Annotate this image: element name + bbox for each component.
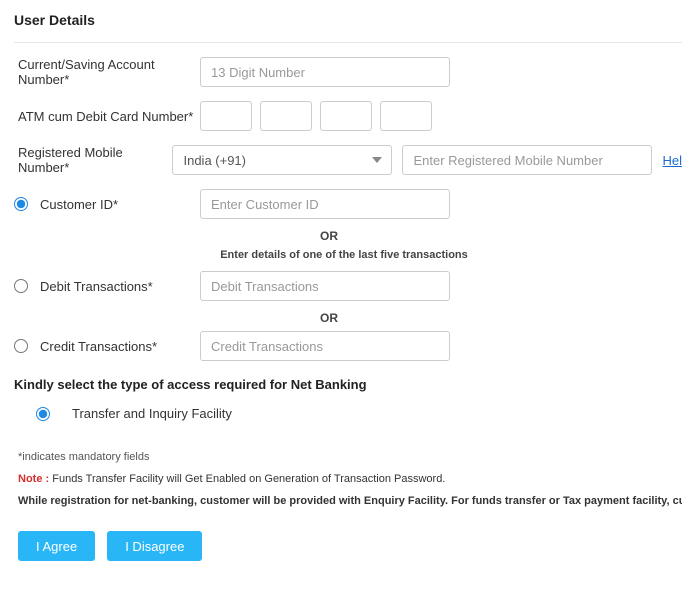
atm-segment-2[interactable] (260, 101, 312, 131)
debit-txn-radio[interactable] (14, 279, 28, 293)
debit-txn-label: Debit Transactions* (40, 279, 153, 294)
atm-segment-4[interactable] (380, 101, 432, 131)
or-separator-1: OR (204, 229, 454, 243)
credit-txn-radio[interactable] (14, 339, 28, 353)
mobile-number-input[interactable] (402, 145, 652, 175)
atm-card-row: ATM cum Debit Card Number* (14, 101, 682, 131)
access-transfer-label: Transfer and Inquiry Facility (72, 406, 232, 421)
note-label: Note : (18, 473, 52, 485)
access-section-title: Kindly select the type of access require… (14, 377, 682, 392)
customer-id-radio[interactable] (14, 197, 28, 211)
disagree-button[interactable]: I Disagree (107, 531, 202, 561)
credit-txn-input[interactable] (200, 331, 450, 361)
transaction-hint: Enter details of one of the last five tr… (164, 249, 524, 261)
help-link[interactable]: Hel (662, 153, 682, 168)
debit-txn-row: Debit Transactions* (14, 271, 682, 301)
access-option-row: Transfer and Inquiry Facility (14, 406, 682, 421)
account-number-input[interactable] (200, 57, 450, 87)
divider (14, 42, 682, 43)
mobile-row: Registered Mobile Number* India (+91) He… (14, 145, 682, 175)
customer-id-input[interactable] (200, 189, 450, 219)
agree-button[interactable]: I Agree (18, 531, 95, 561)
atm-card-label: ATM cum Debit Card Number* (14, 109, 200, 124)
note-body: Funds Transfer Facility will Get Enabled… (52, 473, 445, 485)
access-transfer-radio[interactable] (36, 407, 50, 421)
registration-note: While registration for net-banking, cust… (18, 495, 682, 507)
credit-txn-row: Credit Transactions* (14, 331, 682, 361)
country-code-select[interactable]: India (+91) (172, 145, 392, 175)
mobile-label: Registered Mobile Number* (14, 145, 172, 175)
button-row: I Agree I Disagree (14, 531, 682, 561)
chevron-down-icon (372, 157, 382, 163)
section-title: User Details (14, 12, 682, 28)
account-number-label: Current/Saving Account Number* (14, 57, 200, 87)
atm-segment-1[interactable] (200, 101, 252, 131)
debit-txn-input[interactable] (200, 271, 450, 301)
account-number-row: Current/Saving Account Number* (14, 57, 682, 87)
or-separator-2: OR (204, 311, 454, 325)
mandatory-note: *indicates mandatory fields (18, 451, 682, 463)
customer-id-label: Customer ID* (40, 197, 118, 212)
funds-note: Note : Funds Transfer Facility will Get … (18, 473, 682, 485)
atm-segment-3[interactable] (320, 101, 372, 131)
country-code-value: India (+91) (183, 153, 246, 168)
credit-txn-label: Credit Transactions* (40, 339, 157, 354)
customer-id-row: Customer ID* (14, 189, 682, 219)
